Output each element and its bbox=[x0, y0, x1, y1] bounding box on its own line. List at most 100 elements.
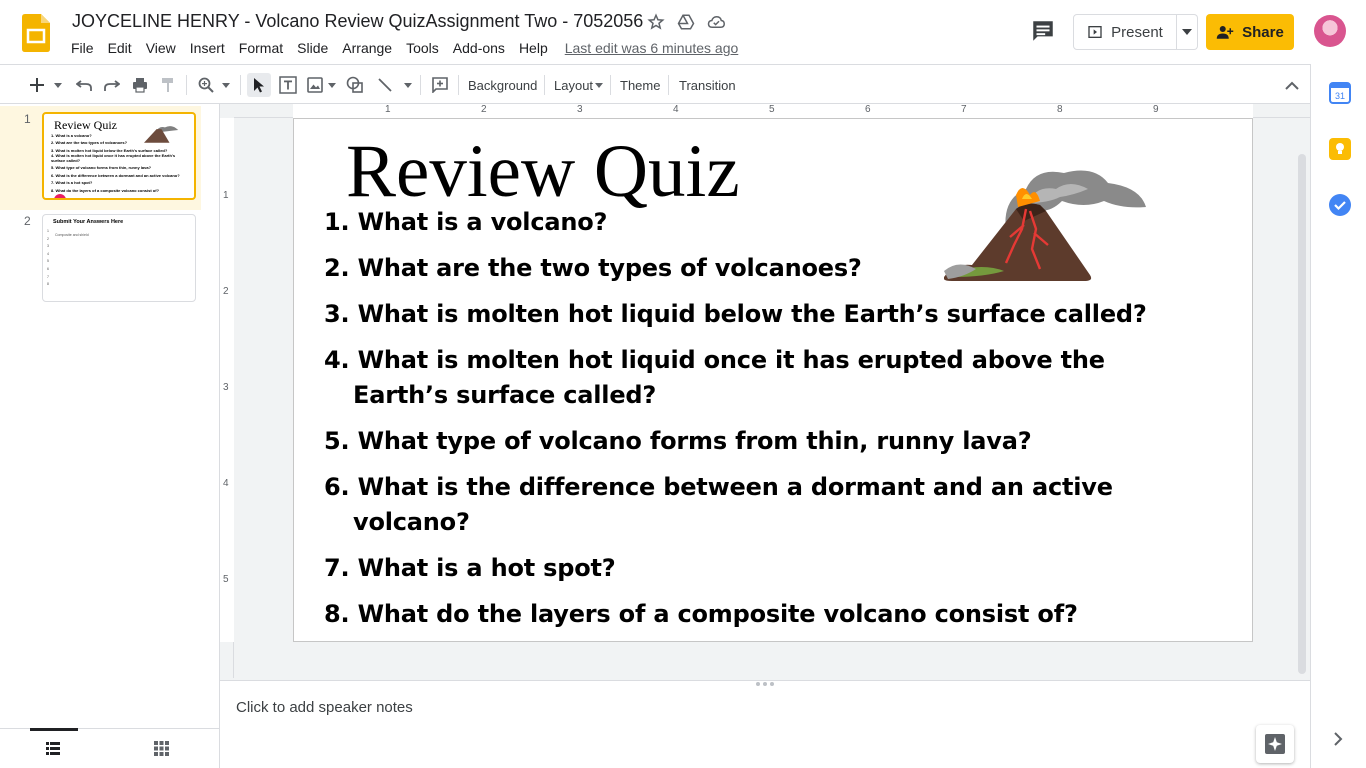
print-icon[interactable] bbox=[130, 73, 150, 97]
question-item: 6. What is the difference between a dorm… bbox=[324, 473, 1113, 536]
thumb-line: 8. What do the layers of a composite vol… bbox=[51, 187, 160, 193]
select-tool-icon[interactable] bbox=[247, 73, 271, 97]
horizontal-ruler[interactable]: 1 2 3 4 5 6 7 8 9 bbox=[234, 104, 1310, 118]
question-item: 5. What type of volcano forms from thin,… bbox=[324, 427, 1032, 455]
menu-edit[interactable]: Edit bbox=[101, 40, 139, 56]
text-box-icon[interactable] bbox=[277, 73, 299, 97]
redo-icon[interactable] bbox=[102, 73, 122, 97]
toolbar-separator bbox=[668, 75, 669, 95]
ruler-number: 1 bbox=[223, 190, 229, 201]
ruler-number: 4 bbox=[223, 478, 229, 489]
slides-logo-icon[interactable] bbox=[22, 14, 50, 52]
question-list[interactable]: 1. What is a volcano? 2. What are the tw… bbox=[324, 205, 1184, 643]
toolbar-separator bbox=[458, 75, 459, 95]
theme-button[interactable]: Theme bbox=[620, 73, 660, 97]
menu-slide[interactable]: Slide bbox=[290, 40, 335, 56]
star-icon[interactable] bbox=[646, 12, 666, 32]
slide-filmstrip: 1 Review Quiz 1. What is a volcano? 2. W… bbox=[0, 104, 220, 768]
thumb-number-list: 1 2 3 4 5 6 7 8 bbox=[47, 228, 49, 289]
share-button[interactable]: Share bbox=[1206, 14, 1294, 50]
thumb-number: 3 bbox=[47, 244, 49, 249]
thumb-first-line: Composite and shield bbox=[55, 233, 89, 237]
menu-arrange[interactable]: Arrange bbox=[335, 40, 399, 56]
slide-title[interactable]: Review Quiz bbox=[346, 130, 740, 214]
insert-image-icon[interactable] bbox=[305, 73, 325, 97]
thumb-volcano-image bbox=[144, 126, 179, 143]
line-icon[interactable] bbox=[375, 73, 395, 97]
menu-insert[interactable]: Insert bbox=[183, 40, 232, 56]
ruler-number: 2 bbox=[481, 104, 487, 115]
thumb-number: 2 bbox=[47, 236, 49, 241]
menu-format[interactable]: Format bbox=[232, 40, 290, 56]
grid-view-icon[interactable] bbox=[154, 741, 169, 761]
new-slide-icon[interactable] bbox=[26, 73, 48, 97]
comment-history-icon[interactable] bbox=[1030, 18, 1056, 44]
current-slide[interactable]: Review Quiz 1. What is a volcano? 2. Wha… bbox=[293, 118, 1253, 642]
tasks-icon[interactable] bbox=[1329, 194, 1351, 216]
slide-number: 1 bbox=[24, 112, 31, 126]
question-item: 1. What is a volcano? bbox=[324, 208, 608, 236]
shape-icon[interactable] bbox=[345, 73, 365, 97]
notes-resize-handle[interactable] bbox=[754, 682, 776, 686]
toolbar-separator bbox=[420, 75, 421, 95]
thumb-number: 8 bbox=[47, 282, 49, 287]
layout-button[interactable]: Layout bbox=[554, 73, 604, 97]
share-person-icon bbox=[1216, 26, 1234, 39]
menu-view[interactable]: View bbox=[139, 40, 183, 56]
keep-icon[interactable] bbox=[1329, 138, 1351, 160]
present-dropdown-button[interactable] bbox=[1176, 14, 1198, 50]
vertical-scrollbar[interactable] bbox=[1298, 154, 1306, 674]
menu-addons[interactable]: Add-ons bbox=[446, 40, 512, 56]
add-comment-icon[interactable] bbox=[429, 73, 451, 97]
layout-label: Layout bbox=[554, 77, 594, 93]
undo-icon[interactable] bbox=[74, 73, 94, 97]
ruler-number: 4 bbox=[673, 104, 679, 115]
ruler-number: 2 bbox=[223, 286, 229, 297]
ruler-number: 3 bbox=[223, 382, 229, 393]
question-item: 8. What do the layers of a composite vol… bbox=[324, 600, 1078, 628]
menu-help[interactable]: Help bbox=[512, 40, 555, 56]
toolbar-separator bbox=[610, 75, 611, 95]
ruler-number: 9 bbox=[1153, 104, 1159, 115]
last-edit-link[interactable]: Last edit was 6 minutes ago bbox=[555, 40, 739, 56]
thumb-number: 4 bbox=[47, 251, 49, 256]
present-button[interactable]: Present bbox=[1073, 14, 1177, 50]
toolbar-separator bbox=[186, 75, 187, 95]
svg-text:31: 31 bbox=[1335, 91, 1345, 101]
line-dropdown-icon[interactable] bbox=[402, 73, 414, 97]
calendar-icon[interactable]: 31 bbox=[1329, 82, 1351, 104]
slide-number: 2 bbox=[24, 214, 31, 228]
transition-button[interactable]: Transition bbox=[679, 73, 736, 97]
expand-side-panel-icon[interactable] bbox=[1333, 732, 1343, 751]
document-title[interactable]: JOYCELINE HENRY - Volcano Review QuizAss… bbox=[72, 11, 643, 32]
move-to-drive-icon[interactable] bbox=[676, 12, 696, 32]
slide-thumbnail-1[interactable]: Review Quiz 1. What is a volcano? 2. Wha… bbox=[42, 112, 196, 200]
present-label: Present bbox=[1111, 23, 1163, 41]
image-dropdown-icon[interactable] bbox=[326, 73, 338, 97]
filmstrip-view-switcher bbox=[0, 728, 219, 768]
menu-file[interactable]: File bbox=[64, 40, 101, 56]
share-label: Share bbox=[1242, 23, 1284, 41]
thumb-avatar-image bbox=[54, 194, 66, 198]
zoom-icon[interactable] bbox=[196, 73, 216, 97]
user-avatar[interactable] bbox=[1314, 15, 1346, 47]
background-button[interactable]: Background bbox=[468, 73, 537, 97]
collapse-toolbar-icon[interactable] bbox=[1282, 73, 1302, 97]
thumb-line: 4. What is molten hot liquid once it has… bbox=[51, 153, 176, 163]
vertical-ruler[interactable]: 1 2 3 4 5 bbox=[220, 118, 234, 678]
cloud-saved-icon[interactable] bbox=[706, 12, 726, 32]
zoom-dropdown-icon[interactable] bbox=[220, 73, 232, 97]
side-panel: 31 bbox=[1310, 64, 1366, 768]
speaker-notes-input[interactable]: Click to add speaker notes bbox=[236, 699, 413, 716]
slide-thumbnail-2[interactable]: Submit Your Answers Here Composite and s… bbox=[42, 214, 196, 302]
new-slide-dropdown-icon[interactable] bbox=[52, 73, 64, 97]
thumb-number: 5 bbox=[47, 259, 49, 264]
paint-format-icon[interactable] bbox=[158, 73, 178, 97]
question-item: 4. What is molten hot liquid once it has… bbox=[324, 346, 1105, 409]
explore-button[interactable] bbox=[1256, 725, 1294, 763]
active-view-indicator bbox=[30, 728, 78, 731]
filmstrip-view-icon[interactable] bbox=[46, 741, 60, 760]
ruler-number: 3 bbox=[577, 104, 583, 115]
menu-tools[interactable]: Tools bbox=[399, 40, 446, 56]
menu-bar: File Edit View Insert Format Slide Arran… bbox=[64, 38, 738, 58]
